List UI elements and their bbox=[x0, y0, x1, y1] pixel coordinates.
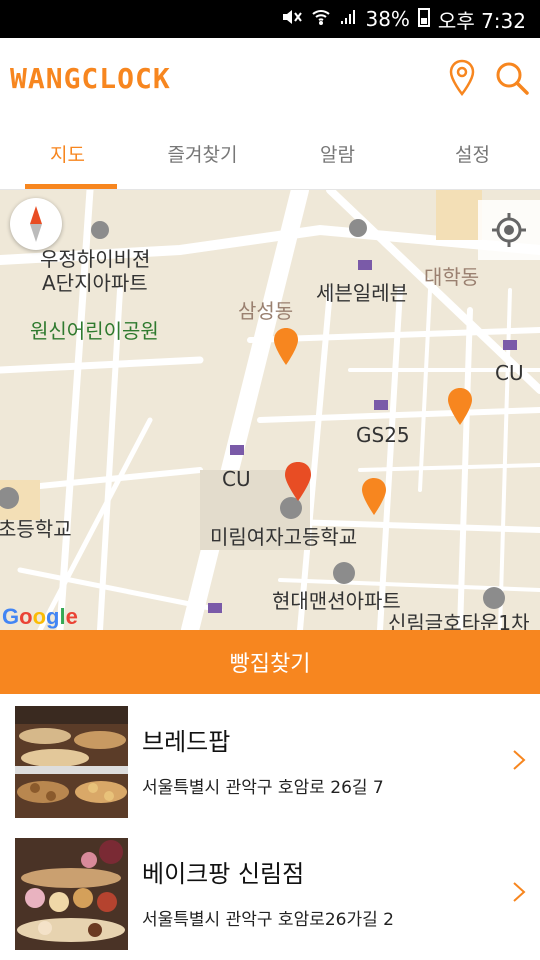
tab-alarm[interactable]: 알람 bbox=[270, 118, 405, 189]
bakery-thumbnail bbox=[15, 838, 128, 950]
compass-icon bbox=[30, 206, 42, 242]
map-label-girls-high: 미림여자고등학교 bbox=[210, 525, 357, 549]
bakery-address: 서울특별시 관악구 호암로26가길 2 bbox=[142, 910, 394, 930]
google-logo: Google bbox=[2, 604, 78, 629]
location-pin-icon bbox=[449, 59, 475, 97]
map-label-sillim-town: 신림글호타운1차 bbox=[388, 611, 530, 630]
map-label-cu-left: CU bbox=[222, 467, 251, 491]
map-label-seven-eleven: 세븐일레븐 bbox=[316, 281, 408, 305]
bakery-thumbnail bbox=[15, 706, 128, 818]
location-pin-button[interactable] bbox=[444, 58, 480, 98]
battery-icon bbox=[417, 7, 430, 32]
tab-settings[interactable]: 설정 bbox=[405, 118, 540, 189]
map-label-apt1-line1: 우정하이비젼 bbox=[40, 247, 150, 271]
map-label-park: 원신어린이공원 bbox=[30, 319, 159, 343]
map-canvas: 우정하이비젼 A단지아파트 원신어린이공원 삼성동 세븐일레븐 대학동 CU G… bbox=[0, 190, 540, 630]
map-label-cu-right: CU bbox=[495, 361, 524, 385]
bakery-address: 서울특별시 관악구 호암로 26길 7 bbox=[142, 778, 384, 798]
map-view[interactable]: 우정하이비젼 A단지아파트 원신어린이공원 삼성동 세븐일레븐 대학동 CU G… bbox=[0, 190, 540, 630]
map-label-daehak: 대학동 bbox=[424, 265, 479, 289]
find-bakery-button[interactable]: 빵집찾기 bbox=[0, 630, 540, 694]
app-bar: WANGCLOCK bbox=[0, 38, 540, 118]
bakery-name: 베이크팡 신림점 bbox=[142, 860, 305, 888]
search-button[interactable] bbox=[494, 58, 530, 98]
compass-button[interactable] bbox=[10, 198, 62, 250]
my-location-button[interactable] bbox=[478, 200, 540, 260]
tab-map[interactable]: 지도 bbox=[0, 118, 135, 189]
wifi-icon bbox=[311, 7, 331, 32]
bakery-name: 브레드팝 bbox=[142, 728, 231, 756]
my-location-icon bbox=[492, 213, 526, 247]
list-item[interactable]: 브레드팝 서울특별시 관악구 호암로 26길 7 bbox=[0, 694, 540, 826]
mute-icon bbox=[281, 7, 303, 32]
map-label-gs25: GS25 bbox=[356, 423, 410, 447]
battery-percent: 38% bbox=[365, 7, 410, 31]
app-logo: WANGCLOCK bbox=[10, 61, 171, 95]
list-item[interactable]: 베이크팡 신림점 서울특별시 관악구 호암로26가길 2 bbox=[0, 826, 540, 958]
bakery-list: 브레드팝 서울특별시 관악구 호암로 26길 7 베이크팡 신림점 서울특별시 … bbox=[0, 694, 540, 960]
tab-favorites[interactable]: 즐겨찾기 bbox=[135, 118, 270, 189]
signal-icon bbox=[339, 7, 357, 31]
map-label-apt1-line2: A단지아파트 bbox=[42, 271, 148, 295]
map-label-samsung: 삼성동 bbox=[238, 299, 293, 323]
chevron-right-icon bbox=[513, 750, 526, 770]
map-label-hyundai-apt: 현대맨션아파트 bbox=[272, 589, 401, 613]
tab-bar: 지도 즐겨찾기 알람 설정 bbox=[0, 118, 540, 190]
status-bar: 38% 오후 7:32 bbox=[0, 0, 540, 38]
clock: 오후 7:32 bbox=[437, 8, 526, 33]
map-label-school-left: 초등학교 bbox=[0, 517, 72, 541]
search-icon bbox=[496, 62, 529, 95]
chevron-right-icon bbox=[513, 882, 526, 902]
